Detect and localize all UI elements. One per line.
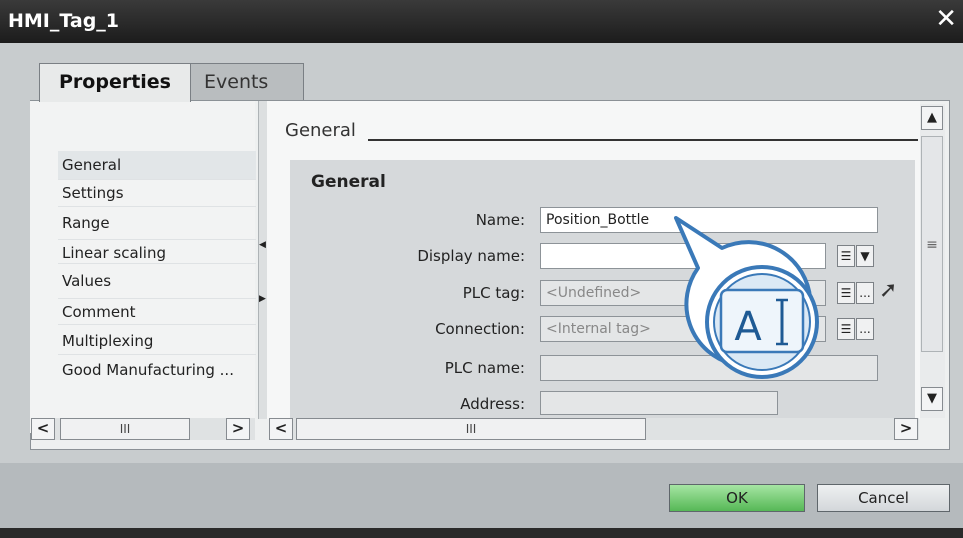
connection-browse-button[interactable]: ...: [856, 318, 874, 340]
content-scroll-right-button[interactable]: >: [894, 418, 918, 440]
group-title: General: [311, 172, 386, 192]
title-bar: HMI_Tag_1 ✕: [0, 0, 963, 43]
go-to-tag-arrow-icon[interactable]: ➚: [879, 278, 897, 303]
nav-scroll-right-button[interactable]: >: [226, 418, 250, 440]
address-label: Address:: [460, 395, 525, 413]
plc-tag-label: PLC tag:: [462, 284, 525, 302]
content-vscroll-thumb[interactable]: ≡: [921, 136, 943, 352]
nav-hscroll-thumb[interactable]: III: [60, 418, 190, 440]
window-title: HMI_Tag_1: [8, 10, 120, 32]
tab-properties[interactable]: Properties: [39, 63, 191, 102]
section-heading: General: [285, 120, 356, 141]
content-hscroll-thumb[interactable]: III: [296, 418, 646, 440]
name-field[interactable]: Position_Bottle: [540, 207, 878, 233]
text-list-icon[interactable]: ☰: [837, 245, 855, 267]
connection-field[interactable]: <Internal tag>: [540, 316, 826, 342]
nav-item-linear-scaling[interactable]: Linear scaling: [62, 244, 166, 262]
expand-right-icon[interactable]: ▶: [259, 294, 266, 304]
nav-item-range[interactable]: Range: [62, 214, 110, 232]
nav-divider: [58, 239, 256, 240]
scroll-down-button[interactable]: ▼: [921, 387, 943, 411]
close-icon[interactable]: ✕: [935, 4, 957, 34]
nav-divider: [58, 263, 256, 264]
nav-divider: [58, 324, 256, 325]
plc-tag-field[interactable]: <Undefined>: [540, 280, 826, 306]
nav-item-settings[interactable]: Settings: [62, 184, 124, 202]
connection-label: Connection:: [435, 320, 525, 338]
scroll-up-button[interactable]: ▲: [921, 106, 943, 130]
nav-item-comment[interactable]: Comment: [62, 303, 136, 321]
plc-tag-browse-button[interactable]: ...: [856, 282, 874, 304]
nav-divider: [58, 354, 256, 355]
name-label: Name:: [475, 211, 525, 229]
address-field: [540, 391, 778, 415]
ok-button[interactable]: OK: [669, 484, 805, 512]
collapse-left-icon[interactable]: ◀: [259, 240, 266, 250]
nav-scroll-left-button[interactable]: <: [31, 418, 55, 440]
cancel-button[interactable]: Cancel: [817, 484, 950, 512]
nav-item-multiplexing[interactable]: Multiplexing: [62, 332, 153, 350]
nav-item-values[interactable]: Values: [62, 272, 111, 290]
content-scroll-left-button[interactable]: <: [269, 418, 293, 440]
list-icon[interactable]: ☰: [837, 318, 855, 340]
section-divider: [368, 139, 918, 141]
nav-item-good-manufacturing[interactable]: Good Manufacturing ...: [62, 361, 234, 379]
plc-name-field: [540, 355, 878, 381]
window-bottom-edge: [0, 528, 963, 538]
list-icon[interactable]: ☰: [837, 282, 855, 304]
nav-divider: [58, 179, 256, 180]
nav-divider: [58, 206, 256, 207]
tab-events[interactable]: Events: [189, 63, 304, 100]
nav-item-general[interactable]: General: [62, 156, 121, 174]
chevron-down-icon[interactable]: ▼: [856, 245, 874, 267]
display-name-field[interactable]: [540, 243, 826, 269]
plc-name-label: PLC name:: [444, 359, 525, 377]
nav-divider: [58, 298, 256, 299]
display-name-label: Display name:: [417, 247, 525, 265]
